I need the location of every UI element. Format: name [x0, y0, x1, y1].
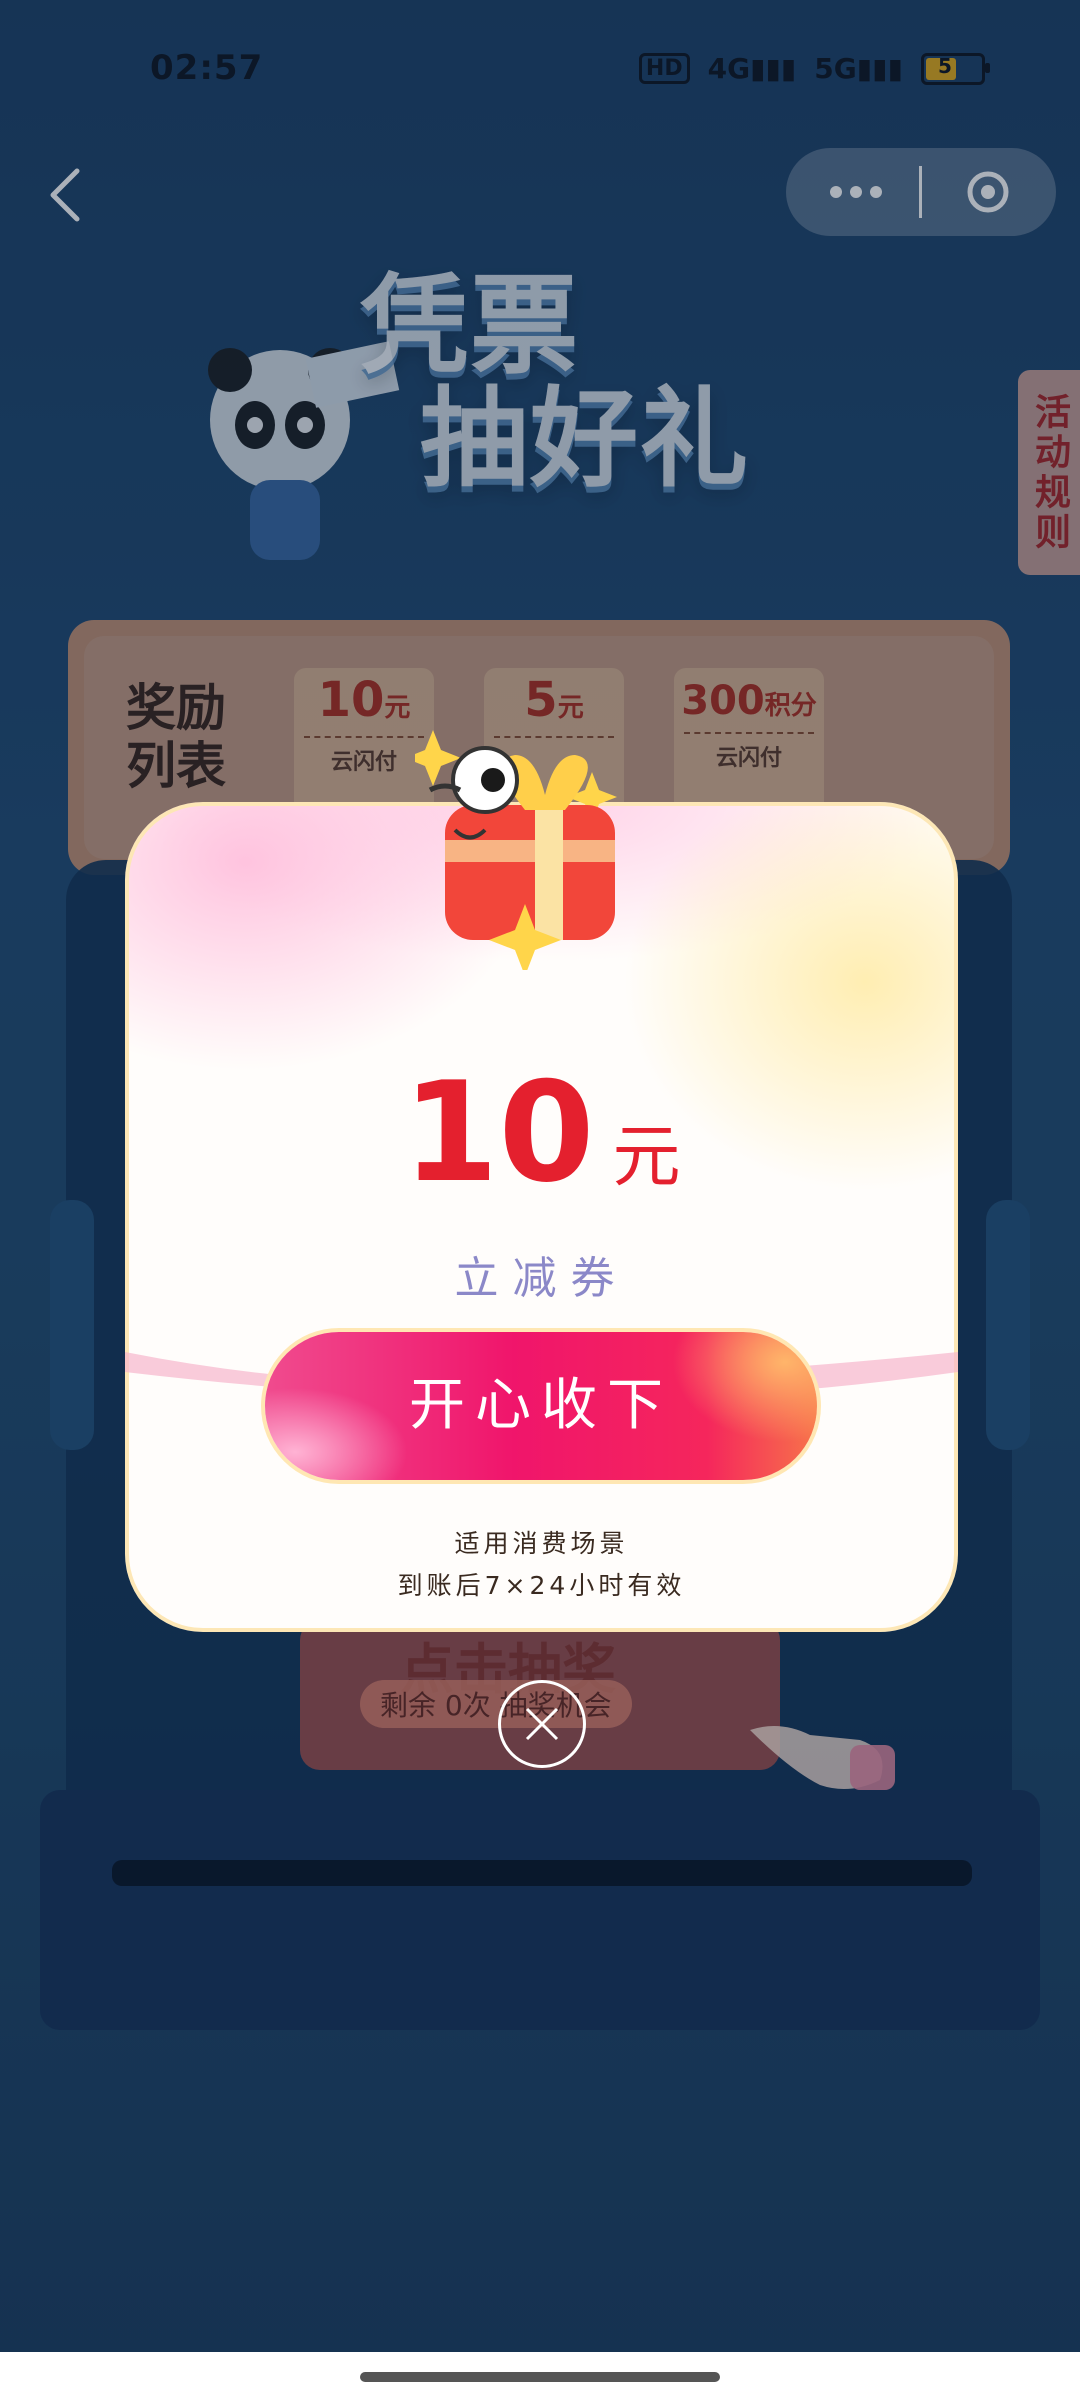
usage-note: 适用消费场景 — [454, 1529, 629, 1558]
close-icon — [525, 1707, 559, 1741]
validity-note: 到账后7×24小时有效 — [397, 1571, 686, 1600]
accept-button[interactable]: 开心收下 — [265, 1332, 817, 1480]
gift-box-mascot-icon — [415, 730, 617, 970]
modal-close-button[interactable] — [498, 1680, 586, 1768]
prize-amount-value: 10 — [402, 1052, 595, 1213]
prize-amount-unit: 元 — [612, 1118, 681, 1197]
coupon-type: 立减券 — [454, 1253, 629, 1304]
prize-amount: 10 元 — [125, 1052, 958, 1213]
home-indicator[interactable] — [360, 2372, 720, 2382]
